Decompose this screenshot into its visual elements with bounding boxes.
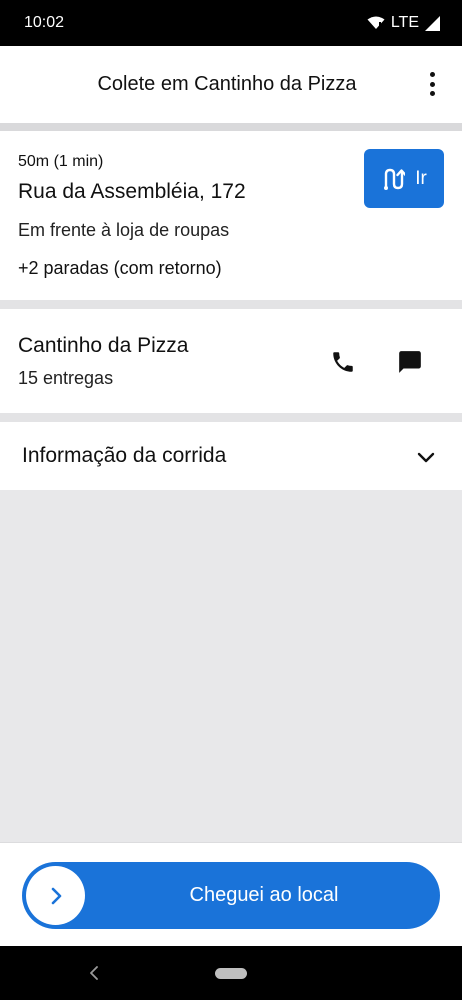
signal-icon bbox=[425, 15, 440, 31]
extra-stops: +2 paradas (com retorno) bbox=[18, 258, 222, 278]
home-pill[interactable] bbox=[215, 968, 247, 979]
route-icon bbox=[384, 168, 406, 190]
wifi-icon bbox=[367, 16, 385, 29]
eta-text: 50m (1 min) bbox=[18, 153, 104, 170]
network-label: LTE bbox=[390, 14, 419, 31]
divider bbox=[0, 413, 462, 422]
arrived-slider[interactable]: Cheguei ao local bbox=[22, 862, 440, 929]
merchant-name: Cantinho da Pizza bbox=[18, 334, 189, 357]
chat-button[interactable] bbox=[397, 349, 423, 375]
chevron-down-icon[interactable] bbox=[415, 447, 437, 467]
bottom-panel: Cheguei ao local bbox=[0, 842, 462, 946]
more-vert-icon bbox=[429, 72, 435, 77]
merchant-deliveries: 15 entregas bbox=[18, 368, 114, 388]
divider bbox=[0, 300, 462, 309]
divider bbox=[0, 123, 462, 131]
chat-icon bbox=[399, 351, 421, 373]
call-button[interactable] bbox=[330, 349, 356, 375]
address-reference: Em frente à loja de roupas bbox=[18, 220, 230, 240]
chevron-right-icon bbox=[51, 887, 61, 904]
slider-knob[interactable] bbox=[26, 866, 85, 925]
system-nav-bar bbox=[0, 946, 462, 1000]
stop-card: 50m (1 min) Rua da Assembléia, 172 Em fr… bbox=[0, 131, 462, 300]
status-time: 10:02 bbox=[24, 14, 65, 31]
app-bar: Colete em Cantinho da Pizza bbox=[0, 46, 462, 123]
more-options-button[interactable] bbox=[428, 72, 436, 96]
arrived-label: Cheguei ao local bbox=[189, 884, 339, 906]
ride-info-section[interactable]: Informação da corrida bbox=[0, 422, 462, 490]
phone-icon bbox=[333, 352, 353, 372]
merchant-card: Cantinho da Pizza 15 entregas bbox=[0, 309, 462, 413]
back-icon[interactable] bbox=[89, 966, 99, 980]
page-title: Colete em Cantinho da Pizza bbox=[97, 73, 357, 95]
status-bar: 10:02 LTE bbox=[0, 0, 462, 46]
status-indicators: LTE bbox=[367, 14, 440, 32]
ride-info-title: Informação da corrida bbox=[22, 444, 227, 467]
go-button[interactable]: Ir bbox=[364, 149, 444, 208]
go-label: Ir bbox=[415, 167, 427, 189]
stop-address: Rua da Assembléia, 172 bbox=[18, 180, 246, 203]
